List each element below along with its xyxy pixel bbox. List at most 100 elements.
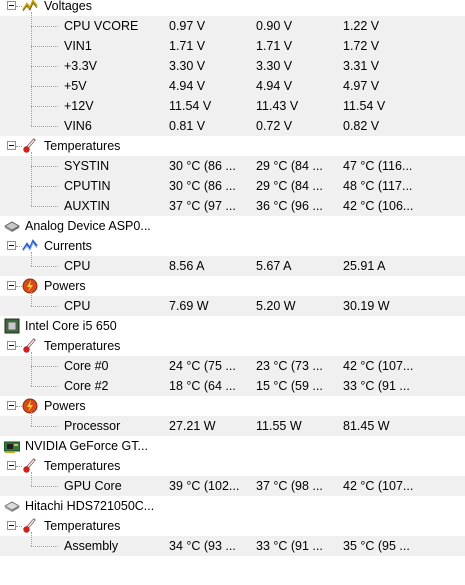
sensor-min: 33 °C (91 ... [256, 539, 323, 553]
sensor-name: CPUTIN [64, 179, 111, 193]
collapse-toggle-icon[interactable] [7, 241, 16, 250]
tree-line [16, 346, 22, 347]
tree-line [31, 266, 58, 267]
sensor-row[interactable]: +12V 11.54 V 11.43 V 11.54 V [0, 96, 465, 116]
thermometer-icon [22, 138, 38, 154]
sensor-max: 25.91 A [343, 259, 386, 273]
sensor-max: 0.82 V [343, 119, 380, 133]
sensor-row[interactable]: Processor 27.21 W 11.55 W 81.45 W [0, 416, 465, 436]
sensor-name: VIN1 [64, 39, 92, 53]
sensor-name: Core #0 [64, 359, 109, 373]
sensor-name: AUXTIN [64, 199, 110, 213]
sensor-min: 36 °C (96 ... [256, 199, 323, 213]
tree-line [31, 306, 58, 307]
sensor-max: 42 °C (107... [343, 359, 414, 373]
sensor-row[interactable]: AUXTIN 37 °C (97 ... 36 °C (96 ... 42 °C (1… [0, 196, 465, 216]
sensor-max: 33 °C (91 ... [343, 379, 410, 393]
collapse-toggle-icon[interactable] [7, 401, 16, 410]
category-row[interactable]: Temperatures [0, 336, 465, 356]
sensor-row[interactable]: GPU Core 39 °C (102... 37 °C (98 ... 42 °C … [0, 476, 465, 496]
sensor-name: SYSTIN [64, 159, 110, 173]
sensor-name: CPU [64, 259, 91, 273]
tree-line [16, 6, 22, 7]
sensor-value: 4.94 V [169, 79, 206, 93]
sensor-row[interactable]: CPU 8.56 A 5.67 A 25.91 A [0, 256, 465, 276]
sensor-min: 0.90 V [256, 19, 293, 33]
sensor-row[interactable]: +3.3V 3.30 V 3.30 V 3.31 V [0, 56, 465, 76]
sensor-value: 18 °C (64 ... [169, 379, 236, 393]
category-row[interactable]: Currents [0, 236, 465, 256]
device-row[interactable]: NVIDIA GeForce GT... [0, 436, 465, 456]
tree-line [31, 472, 32, 486]
sensor-value: 30 °C (86 ... [169, 159, 236, 173]
device-row[interactable]: Analog Device ASP0... [0, 216, 465, 236]
sensor-name: Processor [64, 419, 121, 433]
category-label: Temperatures [44, 459, 121, 473]
tree-line [31, 86, 58, 87]
sensor-row[interactable]: CPUTIN 30 °C (86 ... 29 °C (84 ... 48 °C (1… [0, 176, 465, 196]
category-row[interactable]: Voltages [0, 0, 465, 16]
collapse-toggle-icon[interactable] [7, 461, 16, 470]
sensor-row[interactable]: +5V 4.94 V 4.94 V 4.97 V [0, 76, 465, 96]
thermometer-icon [22, 458, 38, 474]
sensor-max: 30.19 W [343, 299, 390, 313]
cpu-icon [4, 318, 20, 334]
sensor-min: 1.71 V [256, 39, 293, 53]
tree-line [16, 246, 22, 247]
tree-line [31, 106, 58, 107]
category-row[interactable]: Temperatures [0, 136, 465, 156]
device-label: NVIDIA GeForce GT... [25, 439, 148, 453]
device-label: Analog Device ASP0... [25, 219, 151, 233]
tree-line [31, 292, 32, 306]
tree-line [31, 352, 32, 386]
sensor-row[interactable]: Assembly 34 °C (93 ... 33 °C (91 ... 35 °C … [0, 536, 465, 556]
sensor-row[interactable]: CPU VCORE 0.97 V 0.90 V 1.22 V [0, 16, 465, 36]
sensor-row[interactable]: VIN1 1.71 V 1.71 V 1.72 V [0, 36, 465, 56]
sensor-row[interactable]: Core #0 24 °C (75 ... 23 °C (73 ... 42 °C (… [0, 356, 465, 376]
voltage-icon [22, 0, 38, 14]
sensor-min: 11.43 V [256, 99, 299, 113]
collapse-toggle-icon[interactable] [7, 1, 16, 10]
collapse-toggle-icon[interactable] [7, 341, 16, 350]
sensor-value: 0.97 V [169, 19, 206, 33]
category-label: Powers [44, 399, 86, 413]
sensor-value: 7.69 W [169, 299, 209, 313]
device-row[interactable]: Intel Core i5 650 [0, 316, 465, 336]
current-icon [22, 238, 38, 254]
device-row[interactable]: Hitachi HDS721050C... [0, 496, 465, 516]
tree-line [31, 66, 58, 67]
sensor-row[interactable]: CPU 7.69 W 5.20 W 30.19 W [0, 296, 465, 316]
collapse-toggle-icon[interactable] [7, 281, 16, 290]
category-label: Temperatures [44, 519, 121, 533]
thermometer-icon [22, 338, 38, 354]
sensor-row[interactable]: SYSTIN 30 °C (86 ... 29 °C (84 ... 47 °C (1… [0, 156, 465, 176]
gpu-icon [3, 438, 21, 454]
sensor-value: 11.54 V [169, 99, 212, 113]
tree-line [31, 386, 58, 387]
category-row[interactable]: Temperatures [0, 456, 465, 476]
sensor-row[interactable]: VIN6 0.81 V 0.72 V 0.82 V [0, 116, 465, 136]
category-row[interactable]: Temperatures [0, 516, 465, 536]
sensor-name: +5V [64, 79, 87, 93]
collapse-toggle-icon[interactable] [7, 521, 16, 530]
category-row[interactable]: Powers [0, 396, 465, 416]
sensor-max: 42 °C (107... [343, 479, 414, 493]
tree-line [31, 126, 58, 127]
sensor-max: 3.31 V [343, 59, 380, 73]
sensor-min: 23 °C (73 ... [256, 359, 323, 373]
sensor-name: CPU [64, 299, 91, 313]
category-label: Currents [44, 239, 92, 253]
collapse-toggle-icon[interactable] [7, 141, 16, 150]
thermometer-icon [22, 518, 38, 534]
category-label: Temperatures [44, 139, 121, 153]
device-label: Hitachi HDS721050C... [25, 499, 155, 513]
tree-line [31, 366, 58, 367]
tree-line [16, 526, 22, 527]
power-icon [22, 398, 38, 414]
sensor-value: 34 °C (93 ... [169, 539, 236, 553]
sensor-min: 15 °C (59 ... [256, 379, 323, 393]
sensor-max: 1.72 V [343, 39, 380, 53]
sensor-value: 24 °C (75 ... [169, 359, 236, 373]
category-row[interactable]: Powers [0, 276, 465, 296]
sensor-row[interactable]: Core #2 18 °C (64 ... 15 °C (59 ... 33 °C (… [0, 376, 465, 396]
